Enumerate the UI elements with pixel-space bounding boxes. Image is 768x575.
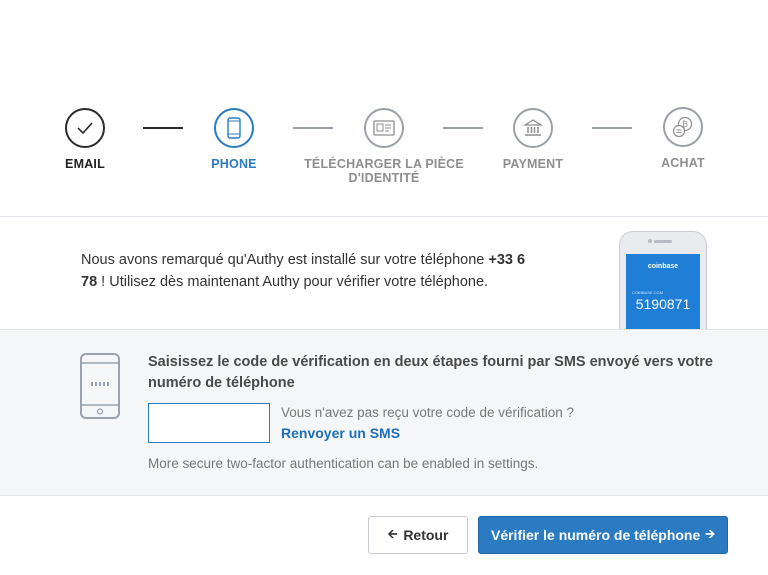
- divider: [0, 329, 768, 330]
- phone-icon: [214, 108, 254, 148]
- step-phone-label: PHONE: [211, 157, 257, 171]
- step-payment-label: PAYMENT: [502, 157, 564, 171]
- footer-actions: 🡨 Retour Vérifier le numéro de téléphone 🡪: [0, 496, 768, 575]
- step-payment: PAYMENT: [453, 108, 613, 171]
- authy-phone-image: coinbase COINBASE.COM 5190871: [619, 231, 707, 329]
- arrow-right-icon: 🡪: [705, 526, 716, 541]
- step-phone: PHONE: [154, 108, 314, 171]
- check-icon: [65, 108, 105, 148]
- coinbase-logo: coinbase: [647, 263, 679, 270]
- verification-heading: Saisissez le code de vérification en deu…: [148, 354, 713, 391]
- mobile-phone-icon: [80, 353, 120, 419]
- step-email-label: EMAIL: [65, 157, 105, 171]
- arrow-left-icon: 🡨: [387, 526, 398, 541]
- progress-stepper: EMAIL PHONE TÉLÉCHARGER LA PIÈCE D'IDENT…: [0, 0, 768, 216]
- step-id-upload-label: TÉLÉCHARGER LA PIÈCE D'IDENTITÉ: [304, 157, 464, 185]
- back-button-label: Retour: [403, 527, 449, 543]
- authy-notice-text: Nous avons remarqué qu'Authy est install…: [81, 252, 526, 290]
- verify-phone-button[interactable]: Vérifier le numéro de téléphone 🡪: [478, 516, 728, 554]
- authy-code: 5190871: [635, 296, 691, 312]
- verify-phone-button-label: Vérifier le numéro de téléphone: [490, 527, 701, 543]
- resend-sms-link[interactable]: Renvoyer un SMS: [281, 425, 400, 441]
- no-code-text: Vous n'avez pas reçu votre code de vérif…: [281, 405, 574, 420]
- bank-icon: [513, 108, 553, 148]
- step-email: EMAIL: [5, 108, 165, 171]
- id-card-icon: [364, 108, 404, 148]
- more-secure-note: More secure two-factor authentication ca…: [148, 456, 539, 471]
- verification-code-input[interactable]: [148, 403, 270, 443]
- bitcoin-coins-icon: ₿: [663, 107, 703, 147]
- step-purchase: ₿ ACHAT: [603, 107, 763, 170]
- step-purchase-label: ACHAT: [661, 156, 705, 170]
- step-id-upload: TÉLÉCHARGER LA PIÈCE D'IDENTITÉ: [304, 108, 464, 185]
- authy-notice: Nous avons remarqué qu'Authy est install…: [0, 217, 768, 329]
- sms-verification-panel: Saisissez le code de vérification en deu…: [0, 331, 768, 495]
- back-button[interactable]: 🡨 Retour: [368, 516, 468, 554]
